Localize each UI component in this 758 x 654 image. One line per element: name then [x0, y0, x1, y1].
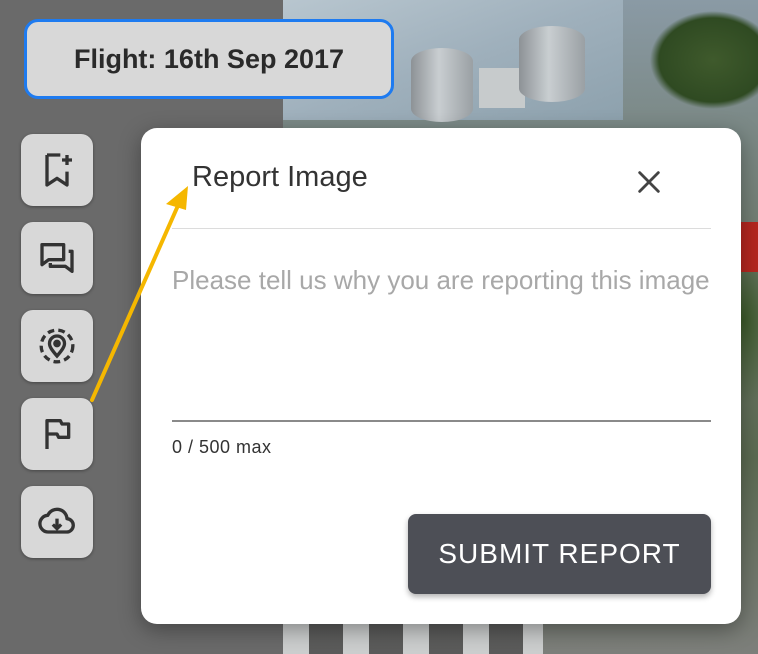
close-icon	[638, 171, 660, 193]
red-vehicle	[739, 222, 758, 272]
flight-date-text: Flight: 16th Sep 2017	[73, 43, 345, 74]
flag-icon	[45, 419, 71, 449]
download-button[interactable]	[21, 486, 93, 558]
cloud-download-icon	[38, 507, 75, 534]
storage-tank	[519, 26, 585, 102]
dialog-divider	[172, 228, 711, 229]
dialog-title: Report Image	[192, 161, 368, 193]
submit-report-button[interactable]: SUBMIT REPORT	[408, 514, 711, 594]
character-counter: 0 / 500 max	[172, 437, 272, 457]
location-pin-icon	[39, 328, 75, 364]
report-image-dialog: Report Image 0 / 500 max SUBMIT REPORT	[141, 128, 741, 624]
parked-trucks	[283, 622, 543, 654]
report-reason-input[interactable]	[172, 260, 711, 422]
comments-button[interactable]	[21, 222, 93, 294]
report-button[interactable]	[21, 398, 93, 470]
bookmark-add-button[interactable]	[21, 134, 93, 206]
chat-icon	[40, 243, 74, 273]
location-button[interactable]	[21, 310, 93, 382]
bookmark-plus-icon	[45, 153, 72, 187]
flight-date-label[interactable]: Flight: 16th Sep 2017	[24, 19, 394, 99]
close-button[interactable]	[631, 164, 667, 200]
storage-tank	[411, 48, 473, 122]
